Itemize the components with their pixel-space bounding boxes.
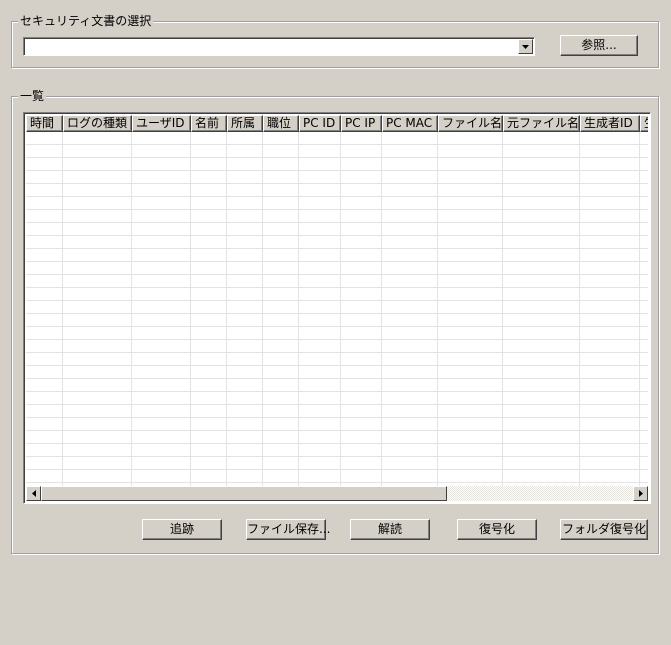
grid-column-line <box>131 132 132 486</box>
column-header[interactable]: 生成者ID <box>580 115 640 132</box>
column-header[interactable]: 時間 <box>26 115 63 132</box>
grid-column-line <box>340 132 341 486</box>
grid-row-line <box>26 313 648 314</box>
grid-row-line <box>26 430 648 431</box>
horizontal-scrollbar[interactable] <box>26 486 648 501</box>
grid-row-line <box>26 222 648 223</box>
grid-column-line <box>502 132 503 486</box>
grid-column-line <box>579 132 580 486</box>
column-header[interactable]: PC IP <box>341 115 382 132</box>
save-file-button[interactable]: ファイル保存... <box>246 519 330 540</box>
column-header[interactable]: 元ファイル名 <box>503 115 580 132</box>
grid-row-line <box>26 209 648 210</box>
grid-column-line <box>437 132 438 486</box>
list-groupbox: 一覧 時間 ログの種類 ユーザID 名前 所属 職位 PC ID PC IP P… <box>11 88 659 554</box>
column-header[interactable]: ユーザID <box>132 115 191 132</box>
grid-column-line <box>62 132 63 486</box>
triangle-right-icon <box>638 490 643 497</box>
grid-row-line <box>26 378 648 379</box>
security-doc-groupbox: セキュリティ文書の選択 参照... <box>11 13 659 68</box>
column-header[interactable]: ファイル名 <box>438 115 503 132</box>
column-header[interactable]: ログの種類 <box>63 115 132 132</box>
grid-column-line <box>381 132 382 486</box>
grid-row-line <box>26 352 648 353</box>
grid-row-line <box>26 326 648 327</box>
grid-row-line <box>26 469 648 470</box>
browse-button[interactable]: 参照... <box>560 35 638 56</box>
trace-button[interactable]: 追跡 <box>142 519 222 540</box>
grid-row-line <box>26 248 648 249</box>
grid-column-line <box>190 132 191 486</box>
combo-dropdown-button[interactable] <box>518 39 533 54</box>
column-header[interactable]: 所属 <box>227 115 263 132</box>
column-headers: 時間 ログの種類 ユーザID 名前 所属 職位 PC ID PC IP PC M… <box>26 115 648 132</box>
grid-row-line <box>26 391 648 392</box>
list-grid[interactable] <box>26 132 648 486</box>
column-header[interactable]: 生 <box>640 115 648 132</box>
grid-row-line <box>26 157 648 158</box>
grid-column-line <box>639 132 640 486</box>
grid-row-line <box>26 170 648 171</box>
triangle-down-icon <box>522 44 529 49</box>
log-listview[interactable]: 時間 ログの種類 ユーザID 名前 所属 職位 PC ID PC IP PC M… <box>23 112 651 504</box>
decrypt-button[interactable]: 復号化 <box>457 519 537 540</box>
security-doc-group-title: セキュリティ文書の選択 <box>18 13 154 29</box>
grid-column-line <box>262 132 263 486</box>
list-group-title: 一覧 <box>18 88 47 104</box>
scroll-thumb[interactable] <box>41 486 447 501</box>
security-doc-combo[interactable] <box>23 37 535 56</box>
column-header[interactable]: 職位 <box>263 115 299 132</box>
column-header[interactable]: PC ID <box>299 115 341 132</box>
grid-row-line <box>26 274 648 275</box>
grid-row-line <box>26 456 648 457</box>
folder-decrypt-button[interactable]: フォルダ復号化 <box>560 519 648 540</box>
scroll-right-button[interactable] <box>633 486 648 501</box>
grid-row-line <box>26 183 648 184</box>
grid-row-line <box>26 300 648 301</box>
grid-row-line <box>26 482 648 483</box>
grid-row-line <box>26 417 648 418</box>
column-header[interactable]: PC MAC <box>382 115 438 132</box>
grid-row-line <box>26 261 648 262</box>
column-header[interactable]: 名前 <box>191 115 227 132</box>
grid-row-line <box>26 196 648 197</box>
decode-button[interactable]: 解読 <box>350 519 430 540</box>
grid-row-line <box>26 339 648 340</box>
grid-column-line <box>298 132 299 486</box>
grid-row-line <box>26 235 648 236</box>
grid-row-line <box>26 404 648 405</box>
grid-row-line <box>26 144 648 145</box>
scroll-left-button[interactable] <box>26 486 41 501</box>
grid-row-line <box>26 443 648 444</box>
triangle-left-icon <box>31 490 36 497</box>
grid-row-line <box>26 287 648 288</box>
grid-column-line <box>226 132 227 486</box>
grid-row-line <box>26 365 648 366</box>
